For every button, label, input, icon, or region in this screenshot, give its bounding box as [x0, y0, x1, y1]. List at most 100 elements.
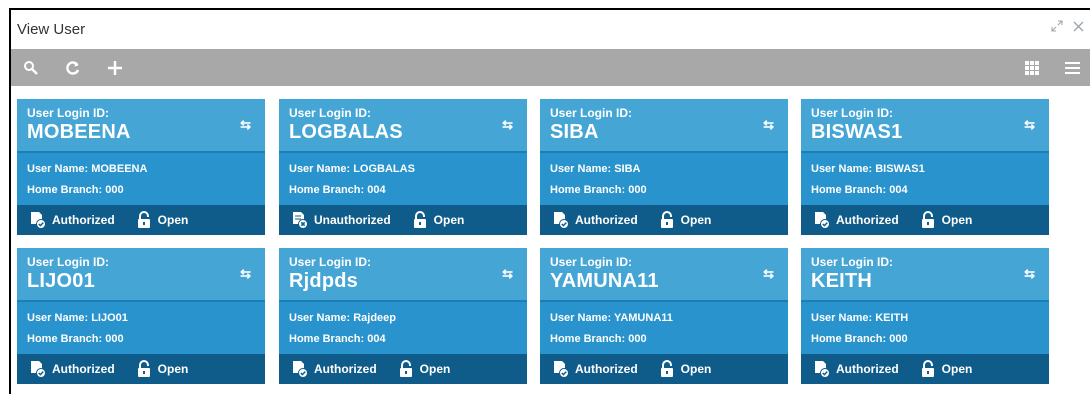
- unlocked-icon: [137, 211, 150, 228]
- swap-icon[interactable]: ⇆: [502, 266, 513, 282]
- home-branch-label: Home Branch:: [550, 184, 626, 196]
- home-branch-label: Home Branch:: [289, 184, 365, 196]
- user-name-label: User Name:: [289, 163, 351, 175]
- swap-icon[interactable]: ⇆: [763, 266, 774, 282]
- user-card[interactable]: User Login ID: YAMUNA11 ⇆ User Name: YAM…: [540, 248, 788, 384]
- swap-icon[interactable]: ⇆: [1024, 266, 1035, 282]
- lock-status-text: Open: [419, 362, 451, 376]
- home-branch-value: 004: [367, 333, 386, 345]
- close-icon[interactable]: [1073, 21, 1084, 32]
- user-card[interactable]: User Login ID: BISWAS1 ⇆ User Name: BISW…: [801, 99, 1049, 235]
- auth-status-text: Authorized: [575, 362, 638, 376]
- lock-status: Open: [135, 211, 189, 229]
- user-name-value: LIJO01: [91, 312, 128, 324]
- login-id-value: KEITH: [811, 270, 872, 292]
- login-id-value: LIJO01: [27, 270, 95, 292]
- authorized-icon: [815, 361, 830, 378]
- user-name-value: MOBEENA: [91, 163, 148, 175]
- list-view-icon[interactable]: [1062, 58, 1082, 78]
- unlocked-icon: [921, 360, 934, 377]
- swap-icon[interactable]: ⇆: [1024, 117, 1035, 133]
- tile-view-icon[interactable]: [1022, 58, 1042, 78]
- unauthorized-icon: [293, 212, 308, 229]
- user-card[interactable]: User Login ID: SIBA ⇆ User Name: SIBA Ho…: [540, 99, 788, 235]
- window-title: View User: [17, 20, 86, 38]
- authorized-icon: [31, 361, 46, 378]
- auth-status: Authorized: [291, 360, 377, 378]
- user-card[interactable]: User Login ID: KEITH ⇆ User Name: KEITH …: [801, 248, 1049, 384]
- lock-status: Open: [658, 360, 712, 378]
- authorized-icon: [293, 361, 308, 378]
- auth-status: Authorized: [813, 211, 899, 229]
- user-name-value: SIBA: [614, 163, 641, 175]
- home-branch-value: 000: [628, 184, 647, 196]
- user-name-label: User Name:: [550, 312, 612, 324]
- login-id-value: LOGBALAS: [289, 121, 403, 143]
- user-name-label: User Name:: [289, 312, 351, 324]
- minimize-icon[interactable]: [1051, 20, 1063, 32]
- unlocked-icon: [413, 211, 426, 228]
- auth-status-text: Authorized: [836, 213, 899, 227]
- user-card[interactable]: User Login ID: MOBEENA ⇆ User Name: MOBE…: [17, 99, 265, 235]
- lock-status: Open: [919, 360, 973, 378]
- lock-status-text: Open: [941, 362, 973, 376]
- login-id-label: User Login ID:: [289, 106, 372, 120]
- user-name-label: User Name:: [550, 163, 612, 175]
- user-name-label: User Name:: [27, 312, 89, 324]
- unlocked-icon: [399, 360, 412, 377]
- login-id-value: Rjdpds: [289, 270, 358, 292]
- home-branch-label: Home Branch:: [289, 333, 365, 345]
- login-id-value: MOBEENA: [27, 121, 131, 143]
- swap-icon[interactable]: ⇆: [240, 266, 251, 282]
- login-id-label: User Login ID:: [550, 106, 633, 120]
- login-id-label: User Login ID:: [27, 106, 110, 120]
- lock-status: Open: [919, 211, 973, 229]
- authorized-icon: [554, 212, 569, 229]
- user-name-value: KEITH: [875, 312, 909, 324]
- home-branch-label: Home Branch:: [811, 184, 887, 196]
- home-branch-value: 004: [367, 184, 386, 196]
- lock-status-text: Open: [433, 213, 465, 227]
- unlocked-icon: [660, 360, 673, 377]
- home-branch-label: Home Branch:: [27, 333, 103, 345]
- unlocked-icon: [921, 211, 934, 228]
- auth-status: Authorized: [29, 360, 115, 378]
- auth-status-text: Authorized: [52, 213, 115, 227]
- home-branch-value: 000: [889, 333, 908, 345]
- login-id-label: User Login ID:: [811, 106, 894, 120]
- add-icon[interactable]: [105, 58, 125, 78]
- auth-status-text: Unauthorized: [314, 213, 391, 227]
- lock-status: Open: [658, 211, 711, 229]
- home-branch-label: Home Branch:: [27, 184, 103, 196]
- toolbar: [11, 49, 1090, 86]
- user-card[interactable]: User Login ID: Rjdpds ⇆ User Name: Rajde…: [279, 248, 527, 384]
- title-bar: View User: [11, 10, 1090, 48]
- lock-status-text: Open: [680, 362, 712, 376]
- user-name-label: User Name:: [811, 163, 873, 175]
- home-branch-value: 000: [105, 333, 124, 345]
- auth-status-text: Authorized: [314, 362, 377, 376]
- home-branch-value: 000: [105, 184, 124, 196]
- unlocked-icon: [137, 360, 150, 377]
- user-card[interactable]: User Login ID: LOGBALAS ⇆ User Name: LOG…: [279, 99, 527, 235]
- swap-icon[interactable]: ⇆: [240, 117, 251, 133]
- lock-status-text: Open: [941, 213, 973, 227]
- home-branch-value: 004: [889, 184, 908, 196]
- lock-status-text: Open: [157, 213, 189, 227]
- auth-status-text: Authorized: [836, 362, 899, 376]
- unlocked-icon: [660, 211, 673, 228]
- auth-status: Authorized: [552, 211, 638, 229]
- refresh-icon[interactable]: [63, 58, 83, 78]
- swap-icon[interactable]: ⇆: [502, 117, 513, 133]
- user-card[interactable]: User Login ID: LIJO01 ⇆ User Name: LIJO0…: [17, 248, 265, 384]
- lock-status: Open: [397, 360, 451, 378]
- login-id-label: User Login ID:: [811, 255, 894, 269]
- search-icon[interactable]: [21, 58, 41, 78]
- lock-status: Open: [135, 360, 188, 378]
- home-branch-label: Home Branch:: [550, 333, 626, 345]
- authorized-icon: [31, 212, 46, 229]
- login-id-value: YAMUNA11: [550, 270, 659, 292]
- swap-icon[interactable]: ⇆: [763, 117, 774, 133]
- user-name-value: YAMUNA11: [614, 312, 673, 324]
- auth-status: Authorized: [29, 211, 115, 229]
